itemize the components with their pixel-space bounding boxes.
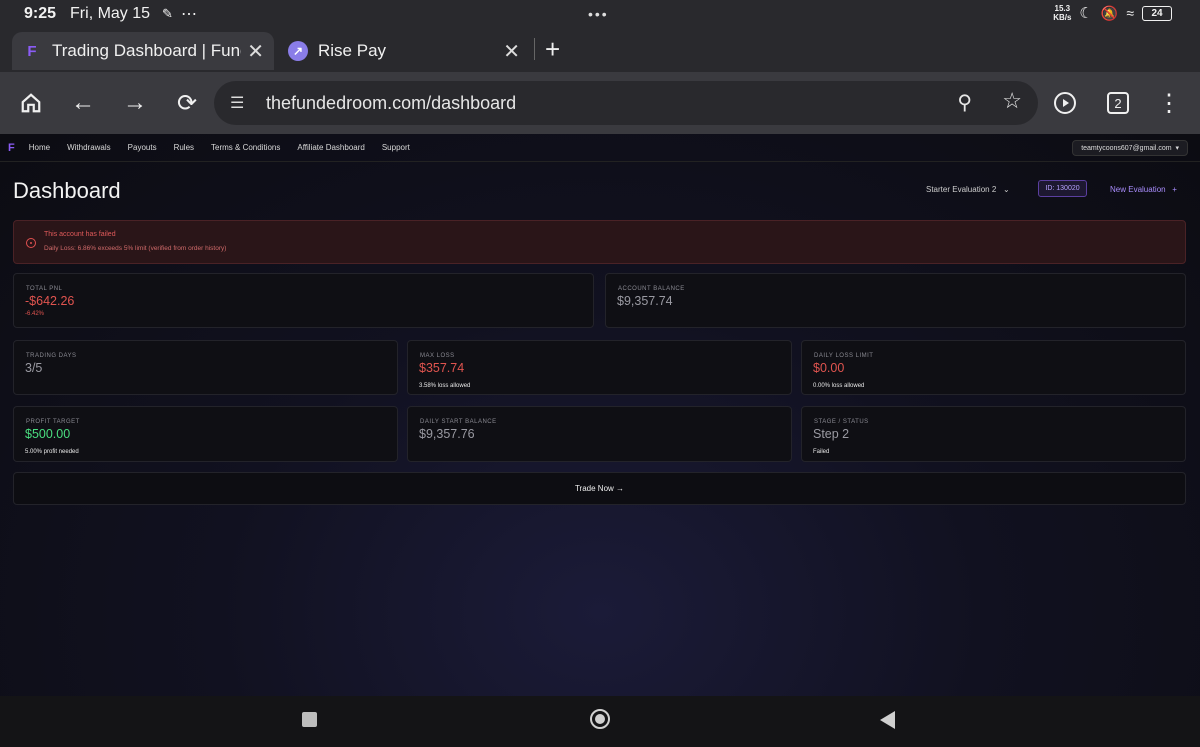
nav-withdrawals[interactable]: Withdrawals: [67, 143, 111, 152]
user-email: teamtycoons607@gmail.com: [1081, 145, 1172, 152]
tab-trading-dashboard[interactable]: F Trading Dashboard | Funded ✕: [12, 32, 274, 70]
card-value: $357.74: [419, 361, 465, 375]
card-value: $0.00: [813, 361, 845, 375]
back-triangle-icon[interactable]: [880, 711, 895, 729]
card-account-balance: ACCOUNT BALANCE $9,357.74: [605, 273, 1186, 328]
card-value: $500.00: [25, 427, 71, 441]
tab-rise-pay[interactable]: ↗ Rise Pay ✕: [278, 32, 530, 70]
web-page: F Home Withdrawals Payouts Rules Terms &…: [0, 134, 1200, 696]
tab-switcher-button[interactable]: 2: [1103, 88, 1133, 118]
card-label: MAX LOSS: [420, 353, 455, 359]
play-icon[interactable]: [1050, 88, 1080, 118]
recents-icon[interactable]: [302, 712, 317, 727]
bell-off-icon: 🔕: [1100, 4, 1119, 21]
failed-account-alert: This account has failed Daily Loss: 6.86…: [13, 220, 1186, 264]
account-id-badge: ID: 130020: [1038, 180, 1087, 197]
close-tab-icon[interactable]: ✕: [503, 39, 520, 64]
forward-icon[interactable]: →: [120, 88, 150, 118]
reload-icon[interactable]: ⟳: [172, 88, 202, 118]
card-stage-status: STAGE / STATUS Step 2 Failed: [801, 406, 1186, 462]
card-sub: 5.00% profit needed: [25, 449, 79, 455]
card-label: DAILY START BALANCE: [420, 419, 497, 425]
rise-pay-favicon-icon: ↗: [288, 41, 308, 61]
browser-toolbar: ← → ⟳ ☰ thefundedroom.com/dashboard ⚲ ☆ …: [0, 72, 1200, 134]
tab-strip: F Trading Dashboard | Funded ✕ ↗ Rise Pa…: [0, 28, 1200, 72]
card-total-pnl: TOTAL PNL -$642.26 -6.42%: [13, 273, 594, 328]
alert-title: This account has failed: [44, 231, 116, 238]
battery-icon: 24: [1142, 5, 1172, 21]
url-text[interactable]: thefundedroom.com/dashboard: [266, 93, 516, 114]
notification-icon: ✎: [162, 6, 173, 21]
nav-affiliate-dashboard[interactable]: Affiliate Dashboard: [297, 143, 364, 152]
wifi-icon: ≈: [1126, 5, 1134, 21]
android-nav-bar: [0, 696, 1200, 747]
card-daily-start-balance: DAILY START BALANCE $9,357.76: [407, 406, 792, 462]
card-label: PROFIT TARGET: [26, 419, 80, 425]
card-label: STAGE / STATUS: [814, 419, 869, 425]
dropdown-dot-icon: ▾: [1173, 145, 1179, 152]
tab-title: Rise Pay: [318, 41, 387, 60]
card-max-loss: MAX LOSS $357.74 3.58% loss allowed: [407, 340, 792, 395]
clock: 9:25: [24, 5, 57, 22]
nav-terms[interactable]: Terms & Conditions: [211, 143, 280, 152]
menu-kebab-icon[interactable]: ⋮: [1154, 88, 1184, 118]
tab-divider: [534, 38, 535, 60]
home-button-icon[interactable]: [590, 709, 610, 729]
card-value: $9,357.76: [419, 427, 475, 441]
network-speed: 15.3 KB/s: [1053, 4, 1072, 22]
account-selector-label: Starter Evaluation 2: [926, 185, 997, 194]
card-label: DAILY LOSS LIMIT: [814, 353, 874, 359]
page-title: Dashboard: [13, 178, 121, 203]
zoom-icon[interactable]: ⚲: [957, 90, 972, 115]
card-profit-target: PROFIT TARGET $500.00 5.00% profit neede…: [13, 406, 398, 462]
site-nav: F Home Withdrawals Payouts Rules Terms &…: [0, 134, 1200, 162]
card-label: TOTAL PNL: [26, 286, 63, 292]
android-status-bar: 9:25 Fri, May 15 ✎ ⋯ ••• 15.3 KB/s ☾ 🔕 ≈…: [0, 0, 1200, 28]
nav-payouts[interactable]: Payouts: [128, 143, 157, 152]
card-label: TRADING DAYS: [26, 353, 77, 359]
card-value: -$642.26: [25, 294, 75, 308]
site-settings-icon[interactable]: ☰: [230, 93, 244, 113]
card-trading-days: TRADING DAYS 3/5: [13, 340, 398, 395]
address-bar[interactable]: ☰ thefundedroom.com/dashboard ⚲ ☆: [214, 81, 1038, 125]
card-value: $9,357.74: [617, 294, 673, 308]
bookmark-star-icon[interactable]: ☆: [1002, 88, 1022, 114]
more-notifications-icon: ⋯: [180, 6, 197, 23]
new-evaluation-button[interactable]: New Evaluation +: [1110, 185, 1177, 194]
card-label: ACCOUNT BALANCE: [618, 286, 685, 292]
account-selector[interactable]: Starter Evaluation 2 ⌄: [926, 185, 1010, 194]
card-daily-loss-limit: DAILY LOSS LIMIT $0.00 0.00% loss allowe…: [801, 340, 1186, 395]
card-value: Step 2: [813, 427, 850, 441]
new-tab-icon[interactable]: +: [545, 34, 560, 65]
card-sub: -6.42%: [25, 311, 45, 317]
nav-support[interactable]: Support: [382, 143, 410, 152]
nav-rules[interactable]: Rules: [174, 143, 194, 152]
card-sub: Failed: [813, 449, 830, 455]
home-icon[interactable]: [16, 88, 46, 118]
card-sub: 0.00% loss allowed: [813, 383, 865, 389]
date: Fri, May 15: [70, 5, 151, 22]
moon-icon: ☾: [1079, 5, 1093, 22]
alert-circle-icon: [26, 238, 36, 248]
nav-home[interactable]: Home: [29, 143, 50, 152]
funded-room-logo-icon[interactable]: F: [8, 142, 15, 154]
funded-room-favicon-icon: F: [27, 42, 37, 60]
account-menu[interactable]: teamtycoons607@gmail.com ▾: [1072, 140, 1188, 156]
close-tab-icon[interactable]: ✕: [247, 39, 264, 64]
chevron-down-icon: ⌄: [998, 185, 1010, 194]
trade-now-button[interactable]: Trade Now →: [13, 472, 1186, 505]
tab-title: Trading Dashboard | Funded: [52, 41, 241, 60]
back-icon[interactable]: ←: [68, 88, 98, 118]
card-sub: 3.58% loss allowed: [419, 383, 471, 389]
new-evaluation-label: New Evaluation: [1110, 185, 1166, 194]
window-handle[interactable]: •••: [588, 6, 609, 22]
plus-icon: +: [1167, 185, 1177, 194]
tab-count: 2: [1107, 92, 1129, 114]
card-value: 3/5: [25, 361, 43, 375]
alert-message: Daily Loss: 6.86% exceeds 5% limit (veri…: [44, 245, 227, 252]
